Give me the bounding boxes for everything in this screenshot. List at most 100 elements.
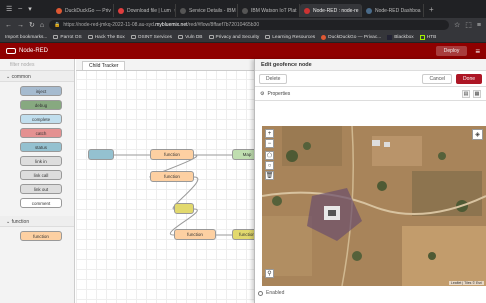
duckduckgo-icon	[321, 34, 327, 40]
bookmark-item[interactable]: Vuln DB	[178, 35, 203, 40]
bookmark-item[interactable]: Import bookmarks...	[5, 35, 47, 40]
folder-icon	[130, 35, 136, 39]
bookmark-item[interactable]: DuckDuckGo — Privac...	[321, 34, 381, 40]
app-menu-icon[interactable]: ☰	[6, 5, 12, 13]
palette-filter-input[interactable]: filter nodes	[0, 59, 74, 71]
browser-toolbar: ← → ↻ ⌂ 🔒 https://node-red-jmkq-2022-11-…	[0, 18, 486, 32]
browser-tab[interactable]: IBM Watson IoT Plat×	[238, 4, 300, 17]
new-tab-icon[interactable]: +	[424, 5, 439, 14]
browser-tab-bar: ☰ – ▾ DuckDuckGo — Priv× Download file |…	[0, 0, 486, 18]
bookmark-item[interactable]: OSINT Services	[130, 35, 172, 40]
browser-tab-active[interactable]: Node-RED : node-re×	[300, 4, 362, 17]
tab-favicon-icon	[242, 7, 248, 14]
bookmark-item[interactable]: Hack The Box	[87, 35, 125, 40]
bookmarks-bar: Import bookmarks... Parrot OS Hack The B…	[0, 32, 486, 43]
palette-node[interactable]: catch	[20, 128, 62, 138]
node-palette: filter nodes ⌄ common inject debug compl…	[0, 59, 75, 303]
browser-tab[interactable]: Service Details - IBM×	[176, 4, 238, 17]
enabled-label: Enabled	[266, 290, 285, 296]
bookmark-item[interactable]: Privacy and Security	[208, 35, 259, 40]
app-title: Node-RED	[19, 48, 49, 54]
palette-node[interactable]: comment	[20, 198, 62, 208]
browser-tab[interactable]: Download file | Lum×	[114, 4, 176, 17]
tab-favicon-icon	[56, 7, 62, 14]
address-bar[interactable]: 🔒 https://node-red-jmkq-2022-11-08.au-sy…	[49, 20, 449, 30]
blackbox-icon	[387, 34, 393, 40]
flow-node-function[interactable]: function	[232, 229, 254, 240]
palette-category-common[interactable]: ⌄ common	[0, 71, 74, 82]
palette-node[interactable]: link out	[20, 184, 62, 194]
flow-node-switch[interactable]	[174, 203, 194, 214]
properties-label: Properties	[267, 90, 291, 97]
enabled-toggle[interactable]: Enabled	[258, 290, 284, 296]
map-attribution[interactable]: Leaflet | Tiles © Esri	[448, 281, 484, 285]
folder-icon	[265, 35, 271, 39]
extensions-icon[interactable]: ⬚	[465, 21, 472, 29]
browser-tab[interactable]: DuckDuckGo — Priv×	[52, 4, 114, 17]
palette-node[interactable]: complete	[20, 114, 62, 124]
geofence-map[interactable]: + − ⬠ ○ 🗑 ◈ ⚲ Leaflet | Tiles © Esri	[262, 126, 486, 286]
bookmark-item[interactable]: Blackbox	[387, 34, 414, 40]
folder-icon	[87, 35, 93, 39]
cancel-button[interactable]: Cancel	[422, 73, 453, 84]
palette-node[interactable]: inject	[20, 86, 62, 96]
satellite-imagery	[262, 126, 486, 286]
description-icon[interactable]: ▤	[462, 89, 470, 98]
gear-icon: ⚙	[260, 90, 265, 97]
palette-node[interactable]: link call	[20, 170, 62, 180]
tray-title: Edit geofence node	[255, 59, 486, 71]
tab-favicon-icon	[180, 7, 186, 14]
minimize-icon[interactable]: –	[18, 5, 22, 13]
url-path: /red/#flow/8ffaef7b72010465b30	[187, 22, 260, 28]
bookmark-star-icon[interactable]: ☆	[454, 21, 460, 29]
zoom-in-icon[interactable]: +	[265, 129, 274, 138]
htb-icon	[419, 34, 425, 40]
flow-node-map[interactable]: Map	[232, 149, 254, 160]
window-controls: ☰ – ▾	[0, 5, 52, 13]
tab-favicon-icon	[118, 7, 124, 14]
appearance-icon[interactable]: ▦	[473, 89, 481, 98]
flow-node-function[interactable]: function	[174, 229, 216, 240]
delete-button[interactable]: Delete	[259, 73, 288, 84]
bookmark-item[interactable]: Learning Resources	[265, 35, 315, 40]
flow-node-function[interactable]: function	[150, 171, 194, 182]
draw-circle-icon[interactable]: ○	[265, 161, 274, 170]
back-icon[interactable]: ←	[5, 22, 12, 29]
nodered-logo: Node-RED	[6, 48, 48, 54]
tab-favicon-icon	[366, 7, 372, 14]
forward-icon[interactable]: →	[17, 22, 24, 29]
palette-node[interactable]: function	[20, 231, 62, 241]
palette-node[interactable]: link in	[20, 156, 62, 166]
palette-node[interactable]: debug	[20, 100, 62, 110]
deploy-button[interactable]: Deploy	[435, 46, 468, 56]
flow-workspace[interactable]: Child Tracker function function function…	[76, 59, 254, 303]
folder-icon	[208, 35, 214, 39]
search-icon[interactable]: ⚲	[265, 269, 274, 278]
lock-icon: 🔒	[54, 22, 61, 28]
draw-polygon-icon[interactable]: ⬠	[265, 151, 274, 160]
palette-category-function[interactable]: ⌄ function	[0, 216, 74, 227]
bookmark-item[interactable]: Parrot OS	[53, 35, 82, 40]
nodered-header: Node-RED Deploy ≡	[0, 43, 486, 59]
layers-icon[interactable]: ◈	[472, 129, 483, 140]
browser-tab[interactable]: Node-RED Dashboa×	[362, 4, 424, 17]
radio-icon	[258, 290, 263, 296]
home-icon[interactable]: ⌂	[40, 22, 44, 29]
main-menu-icon[interactable]: ≡	[475, 47, 480, 56]
folder-icon	[178, 35, 184, 39]
bookmark-item[interactable]: HTB	[419, 34, 436, 40]
flow-node-function[interactable]: function	[150, 149, 194, 160]
reload-icon[interactable]: ↻	[29, 21, 35, 29]
done-button[interactable]: Done	[456, 73, 482, 84]
tray-button-bar: Delete Cancel Done	[255, 71, 486, 87]
delete-shape-icon[interactable]: 🗑	[265, 171, 274, 180]
tab-list-icon[interactable]: ▾	[28, 5, 32, 13]
palette-node[interactable]: status	[20, 142, 62, 152]
zoom-out-icon[interactable]: −	[265, 139, 274, 148]
url-host: mybluemix.net	[155, 22, 188, 28]
menu-icon[interactable]: ≡	[477, 22, 481, 29]
flow-node-input[interactable]	[88, 149, 114, 160]
folder-icon	[53, 35, 59, 39]
tab-favicon-icon	[304, 7, 310, 14]
url-prefix: https://node-red-jmkq-2022-11-08.au-syd.	[63, 22, 156, 28]
